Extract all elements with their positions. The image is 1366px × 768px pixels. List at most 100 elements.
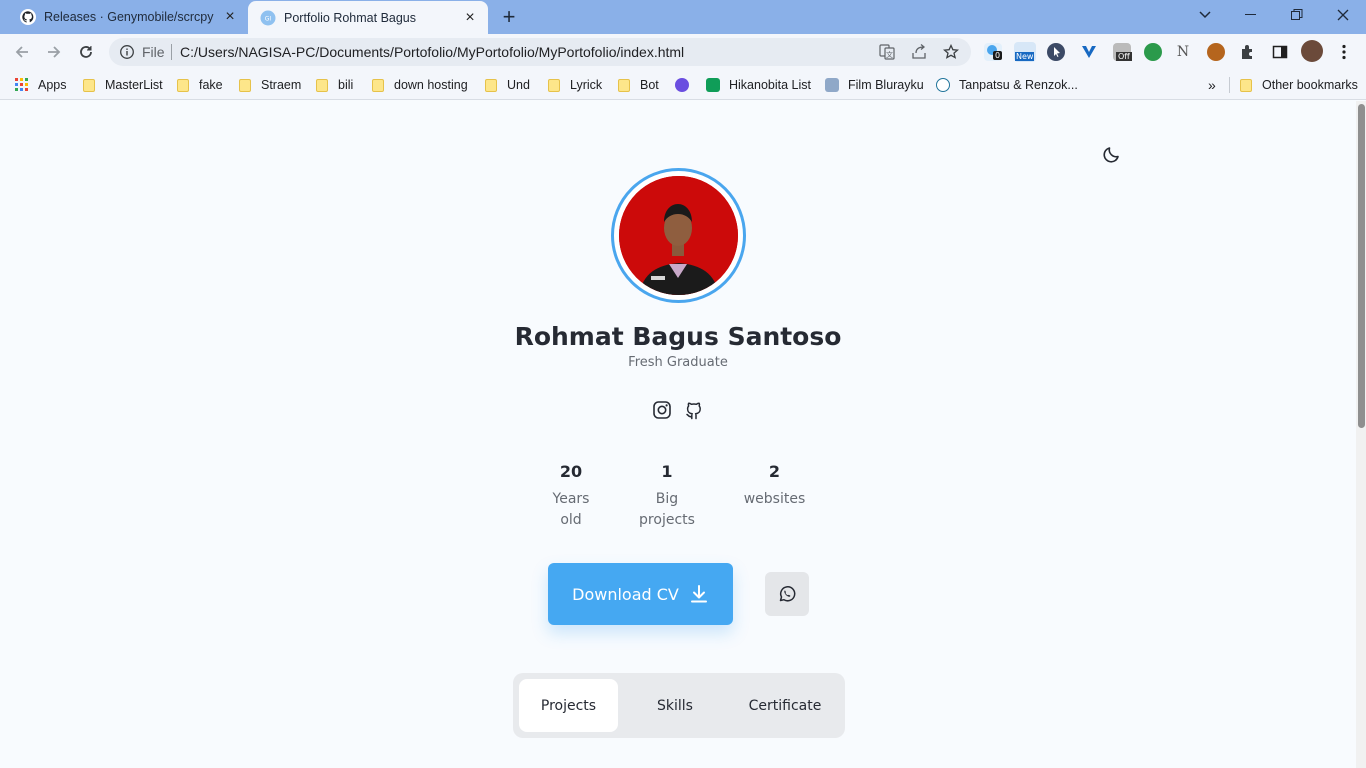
stat-label: Years old [552, 491, 590, 528]
tab-projects[interactable]: Projects [519, 679, 618, 732]
film-icon [825, 78, 839, 92]
bookmark-folder[interactable]: MasterList [83, 77, 163, 93]
share-icon[interactable] [911, 44, 927, 60]
minimize-icon[interactable] [1228, 0, 1274, 30]
new-tab-button[interactable]: + [499, 6, 519, 28]
close-tab-icon[interactable]: × [462, 9, 478, 26]
translate-icon[interactable]: 文 [879, 44, 895, 60]
browser-tab-scrcpy[interactable]: Releases · Genymobile/scrcpy × [0, 0, 248, 34]
bookmark-star-icon[interactable] [942, 43, 960, 60]
bookmark-folder[interactable]: down hosting [372, 77, 468, 93]
folder-icon [485, 78, 497, 92]
profile-photo [619, 176, 738, 295]
extension-v-icon[interactable] [1080, 43, 1098, 61]
folder-icon [618, 78, 630, 92]
bookmark-label: Hikanobita List [729, 78, 811, 92]
extension-globe-icon[interactable] [1144, 43, 1162, 61]
bookmark-label: Other bookmarks [1262, 78, 1358, 92]
bookmark-label: Bot [640, 78, 659, 92]
folder-icon [177, 78, 189, 92]
download-cv-button[interactable]: Download CV [548, 563, 733, 625]
profile-avatar[interactable] [1301, 40, 1323, 62]
side-panel-icon[interactable] [1271, 43, 1289, 61]
site-info-icon[interactable] [119, 44, 135, 60]
bookmark-label: Film Blurayku [848, 78, 924, 92]
github-icon[interactable] [684, 400, 704, 420]
stat-age: 20 Years old [541, 462, 601, 531]
extension-cookie-icon[interactable] [1207, 43, 1225, 61]
bookmark-folder[interactable]: fake [177, 77, 223, 93]
folder-icon [548, 78, 560, 92]
extension-badge: 0 [993, 51, 1003, 60]
sheets-icon [706, 78, 720, 92]
stat-value: 2 [768, 462, 781, 481]
tab-title: Releases · Genymobile/scrcpy [44, 10, 214, 24]
forward-icon[interactable] [42, 40, 66, 64]
bookmark-folder[interactable]: Und [485, 77, 530, 93]
bookmark-folder[interactable]: Bot [618, 77, 659, 93]
bookmark-folder[interactable]: Lyrick [548, 77, 602, 93]
folder-icon [239, 78, 251, 92]
stat-value: 1 [661, 462, 673, 481]
extension-badge: Off [1116, 52, 1132, 61]
more-bookmarks-icon[interactable]: » [1208, 77, 1216, 93]
extension-cursor-icon[interactable] [1047, 43, 1065, 61]
extensions-puzzle-icon[interactable] [1239, 43, 1257, 61]
browser-tab-portfolio[interactable]: GI Portfolio Rohmat Bagus × [248, 1, 488, 34]
close-tab-icon[interactable]: × [222, 9, 238, 25]
scrollbar-thumb[interactable] [1358, 104, 1365, 428]
instagram-icon[interactable] [652, 400, 672, 420]
bookmark-label: Apps [38, 78, 67, 92]
divider [1229, 77, 1230, 93]
svg-text:GI: GI [265, 15, 272, 22]
whatsapp-icon [779, 586, 796, 602]
address-bar[interactable]: File C:/Users/NAGISA-PC/Documents/Portof… [109, 38, 971, 66]
extension-new-icon[interactable]: New [1014, 42, 1036, 62]
bookmark-label: bili [338, 78, 354, 92]
github-icon [20, 9, 36, 25]
section-tabs: Projects Skills Certificate [513, 673, 845, 738]
moon-icon[interactable] [1101, 143, 1123, 165]
bookmark-tanpatsu[interactable]: Tanpatsu & Renzok... [936, 77, 1078, 93]
site-icon: GI [260, 10, 276, 26]
bookmark-label: Tanpatsu & Renzok... [959, 78, 1078, 92]
tab-search-icon[interactable] [1182, 0, 1228, 30]
folder-icon [372, 78, 384, 92]
bookmarks-bar: Apps MasterList fake Straem bili down ho… [0, 70, 1366, 100]
bookmark-apps[interactable]: Apps [15, 77, 67, 93]
bookmark-label: Straem [261, 78, 302, 92]
stat-projects: 1 Big projects [632, 462, 702, 531]
menu-dots-icon[interactable] [1335, 43, 1353, 61]
reload-icon[interactable] [74, 40, 98, 64]
extension-counter-icon[interactable]: 0 [984, 43, 1003, 61]
stat-label: Big projects [639, 491, 695, 528]
url-text[interactable]: C:/Users/NAGISA-PC/Documents/Portofolio/… [180, 44, 684, 60]
bookmark-label: Lyrick [570, 78, 603, 92]
whatsapp-button[interactable] [765, 572, 809, 616]
stat-websites: 2 websites [734, 462, 815, 510]
url-scheme: File [142, 44, 165, 60]
bookmark-label: MasterList [105, 78, 163, 92]
wordpress-icon [936, 78, 950, 92]
divider [171, 44, 172, 60]
profile-name: Rohmat Bagus Santoso [514, 322, 842, 351]
download-icon [690, 585, 707, 603]
tab-skills[interactable]: Skills [623, 679, 727, 732]
extension-off-icon[interactable]: Off [1113, 43, 1132, 61]
bookmark-hikanobita[interactable]: Hikanobita List [706, 77, 811, 93]
bookmark-other[interactable]: Other bookmarks [1240, 77, 1358, 93]
back-icon[interactable] [10, 40, 34, 64]
bookmark-folder[interactable]: Straem [239, 77, 301, 93]
extension-badge: New [1015, 52, 1035, 61]
extension-notion-icon[interactable]: N [1174, 43, 1192, 61]
close-window-icon[interactable] [1320, 0, 1366, 30]
restore-icon[interactable] [1274, 0, 1320, 30]
bookmark-folder[interactable]: bili [316, 77, 353, 93]
bookmark-film[interactable]: Film Blurayku [825, 77, 924, 93]
svg-text:文: 文 [886, 50, 893, 59]
tab-strip: Releases · Genymobile/scrcpy × GI Portfo… [0, 0, 1366, 34]
folder-icon [83, 78, 95, 92]
tab-certificate[interactable]: Certificate [731, 679, 839, 732]
bookmark-c-icon[interactable] [675, 77, 698, 93]
bookmark-label: down hosting [394, 78, 468, 92]
